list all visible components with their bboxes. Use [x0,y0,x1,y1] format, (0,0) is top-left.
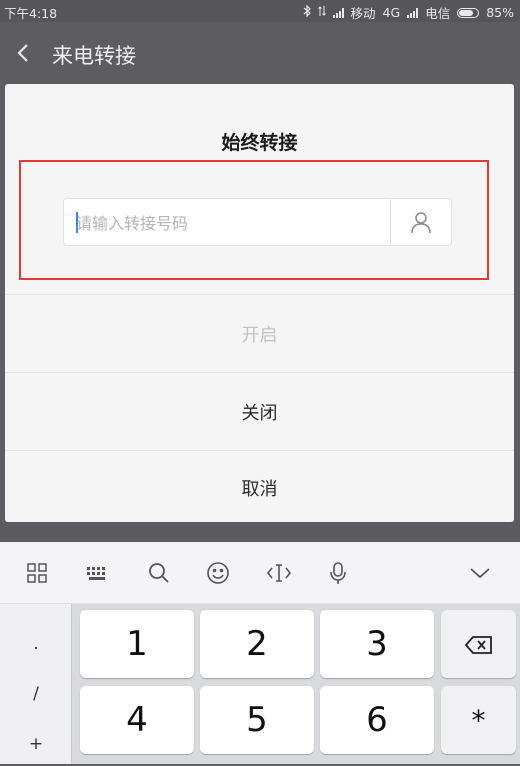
key-3[interactable]: 3 [320,610,434,678]
divider [5,372,514,373]
back-arrow-icon[interactable] [14,42,36,64]
keyboard-toolbar [0,542,520,604]
cursor-icon[interactable] [265,559,293,587]
collapse-icon[interactable] [466,559,494,587]
status-bar: 下午4:18 移动 4G 电信 85% [0,0,520,22]
numeric-keyboard: . / + 1 2 3 4 5 6 * [0,604,520,764]
enable-button[interactable]: 开启 [5,296,514,372]
forward-dialog: 始终转接 开启 关闭 取消 [5,84,514,522]
title-bar: 来电转接 [0,22,520,84]
backspace-key[interactable] [441,610,516,678]
symbol-key-slash[interactable]: / [0,672,72,716]
disable-button[interactable]: 关闭 [5,374,514,450]
key-2[interactable]: 2 [200,610,314,678]
status-right: 移动 4G 电信 85% [303,3,514,22]
key-6[interactable]: 6 [320,686,434,754]
dialog-title: 始终转接 [221,132,298,154]
carrier1-label: 移动 [350,6,376,21]
divider [5,294,514,295]
signal-icon-1 [332,7,344,18]
backspace-icon [464,624,493,664]
grid-icon[interactable] [23,559,51,587]
microphone-icon[interactable] [324,559,352,587]
status-time: 下午4:18 [4,6,58,21]
keyboard-icon[interactable] [84,559,112,587]
key-1[interactable]: 1 [80,610,194,678]
key-5[interactable]: 5 [200,686,314,754]
symbol-key-plus[interactable]: + [0,722,72,766]
data-arrows-icon [317,5,326,20]
symbol-key-dot[interactable]: . [0,622,72,666]
text-caret [76,212,78,233]
dim-overlay-bottom [0,522,520,542]
bluetooth-icon [303,4,311,20]
page-title: 来电转接 [52,44,136,68]
battery-icon [457,7,480,18]
emoji-icon[interactable] [204,559,232,587]
contact-picker-icon[interactable] [391,199,451,245]
cancel-button[interactable]: 取消 [5,450,514,526]
network-label: 4G [382,5,401,20]
forward-number-input[interactable] [74,199,388,247]
star-key[interactable]: * [441,686,516,754]
number-field [63,198,452,247]
signal-icon-2 [407,7,419,18]
symbol-column: . / + [0,604,72,764]
carrier2-label: 电信 [425,6,451,21]
key-4[interactable]: 4 [80,686,194,754]
search-icon[interactable] [145,559,173,587]
battery-percent: 85% [486,5,514,20]
